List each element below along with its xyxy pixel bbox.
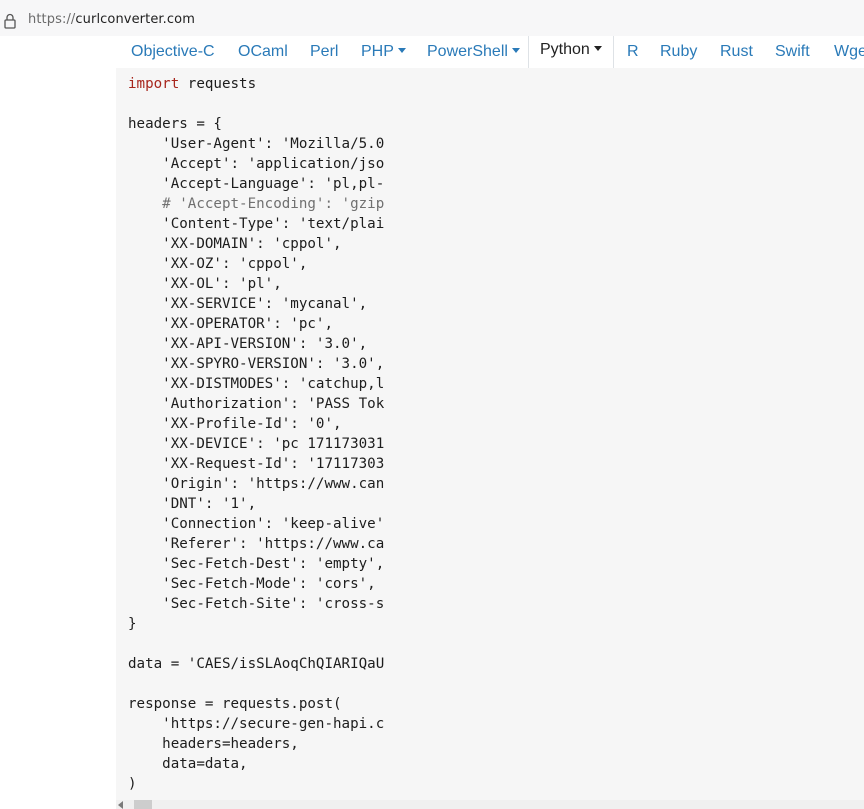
tab-wget[interactable]: Wge [834,40,864,68]
caret-down-icon [593,46,602,51]
tab-python[interactable]: Python [528,36,614,70]
response-open: response = requests.post( [128,696,342,712]
code-line: 'XX-API-VERSION': '3.0', [128,336,368,352]
code-line: 'Sec-Fetch-Mode': 'cors', [128,576,376,592]
code-line: 'DNT': '1', [128,496,257,512]
horizontal-scrollbar[interactable] [116,800,864,809]
code-output[interactable]: import requests headers = { 'User-Agent'… [116,68,864,800]
headers-close: } [128,616,137,632]
code-line: 'Accept': 'application/jso [128,156,385,172]
tab-ocaml[interactable]: OCaml [238,40,288,68]
code-line: 'XX-SERVICE': 'mycanal', [128,296,368,312]
code-line: 'Sec-Fetch-Dest': 'empty', [128,556,385,572]
tab-label: Objective-C [131,43,215,60]
tab-perl[interactable]: Perl [310,40,338,68]
browser-address-bar[interactable]: https://curlconverter.com [0,0,864,41]
tab-label: Ruby [660,43,698,60]
response-close: ) [128,776,137,792]
code-line: 'Sec-Fetch-Site': 'cross-s [128,596,385,612]
post-headers-arg: headers=headers, [128,736,299,752]
code-line: 'Content-Type': 'text/plai [128,216,385,232]
tab-label: Perl [310,43,339,60]
code-line: 'Origin': 'https://www.can [128,476,385,492]
tab-label: Swift [775,43,810,60]
python-code: import requests headers = { 'User-Agent'… [128,74,384,794]
tab-ruby[interactable]: Ruby [660,40,697,68]
code-line: 'XX-SPYRO-VERSION': '3.0', [128,356,385,372]
tab-label: Python [540,41,590,58]
code-line: 'XX-OPERATOR': 'pc', [128,316,333,332]
code-line: 'Connection': 'keep-alive' [128,516,385,532]
data-assignment: data = 'CAES/isSLAoqChQIARIQaU [128,656,385,672]
code-line: 'XX-Request-Id': '17117303 [128,456,385,472]
code-line: 'XX-Profile-Id': '0', [128,416,342,432]
url-host: curlconverter.com [75,12,195,27]
code-line: 'XX-DOMAIN': 'cppol', [128,236,342,252]
code-line: 'XX-DEVICE': 'pc 171173031 [128,436,385,452]
code-line: 'User-Agent': 'Mozilla/5.0 [128,136,385,152]
tab-label: Wge [834,43,864,60]
headers-open: headers = { [128,116,222,132]
tab-powershell[interactable]: PowerShell [427,40,520,68]
url-text[interactable]: https://curlconverter.com [28,12,195,27]
language-tabs: Objective-C OCaml Perl PHP PowerShell Py… [0,36,864,70]
code-line: 'XX-OZ': 'cppol', [128,256,308,272]
url-scheme: https:// [28,12,76,27]
code-line: 'Authorization': 'PASS Tok [128,396,385,412]
code-line: 'XX-DISTMODES': 'catchup,l [128,376,385,392]
tab-label: OCaml [238,43,288,60]
tab-objective-c[interactable]: Objective-C [131,40,215,68]
redaction-blur [384,68,864,800]
tab-swift[interactable]: Swift [775,40,810,68]
tab-label: R [627,43,639,60]
scrollbar-thumb[interactable] [134,800,152,809]
tab-rust[interactable]: Rust [720,40,753,68]
tab-php[interactable]: PHP [361,40,406,68]
import-module: requests [179,76,257,92]
import-keyword: import [128,76,180,92]
tab-r[interactable]: R [627,40,639,68]
tab-label: Rust [720,43,753,60]
post-url: 'https://secure-gen-hapi.c [128,716,385,732]
code-line: 'XX-OL': 'pl', [128,276,282,292]
tab-label: PHP [361,43,394,60]
code-line: 'Referer': 'https://www.ca [128,536,385,552]
code-comment: # 'Accept-Encoding': 'gzip [128,196,385,212]
post-data-arg: data=data, [128,756,248,772]
code-line: 'Accept-Language': 'pl,pl- [128,176,385,192]
tab-label: PowerShell [427,43,508,60]
scroll-left-icon[interactable] [118,801,123,809]
lock-icon [4,13,16,29]
caret-down-icon [511,48,520,53]
caret-down-icon [397,48,406,53]
